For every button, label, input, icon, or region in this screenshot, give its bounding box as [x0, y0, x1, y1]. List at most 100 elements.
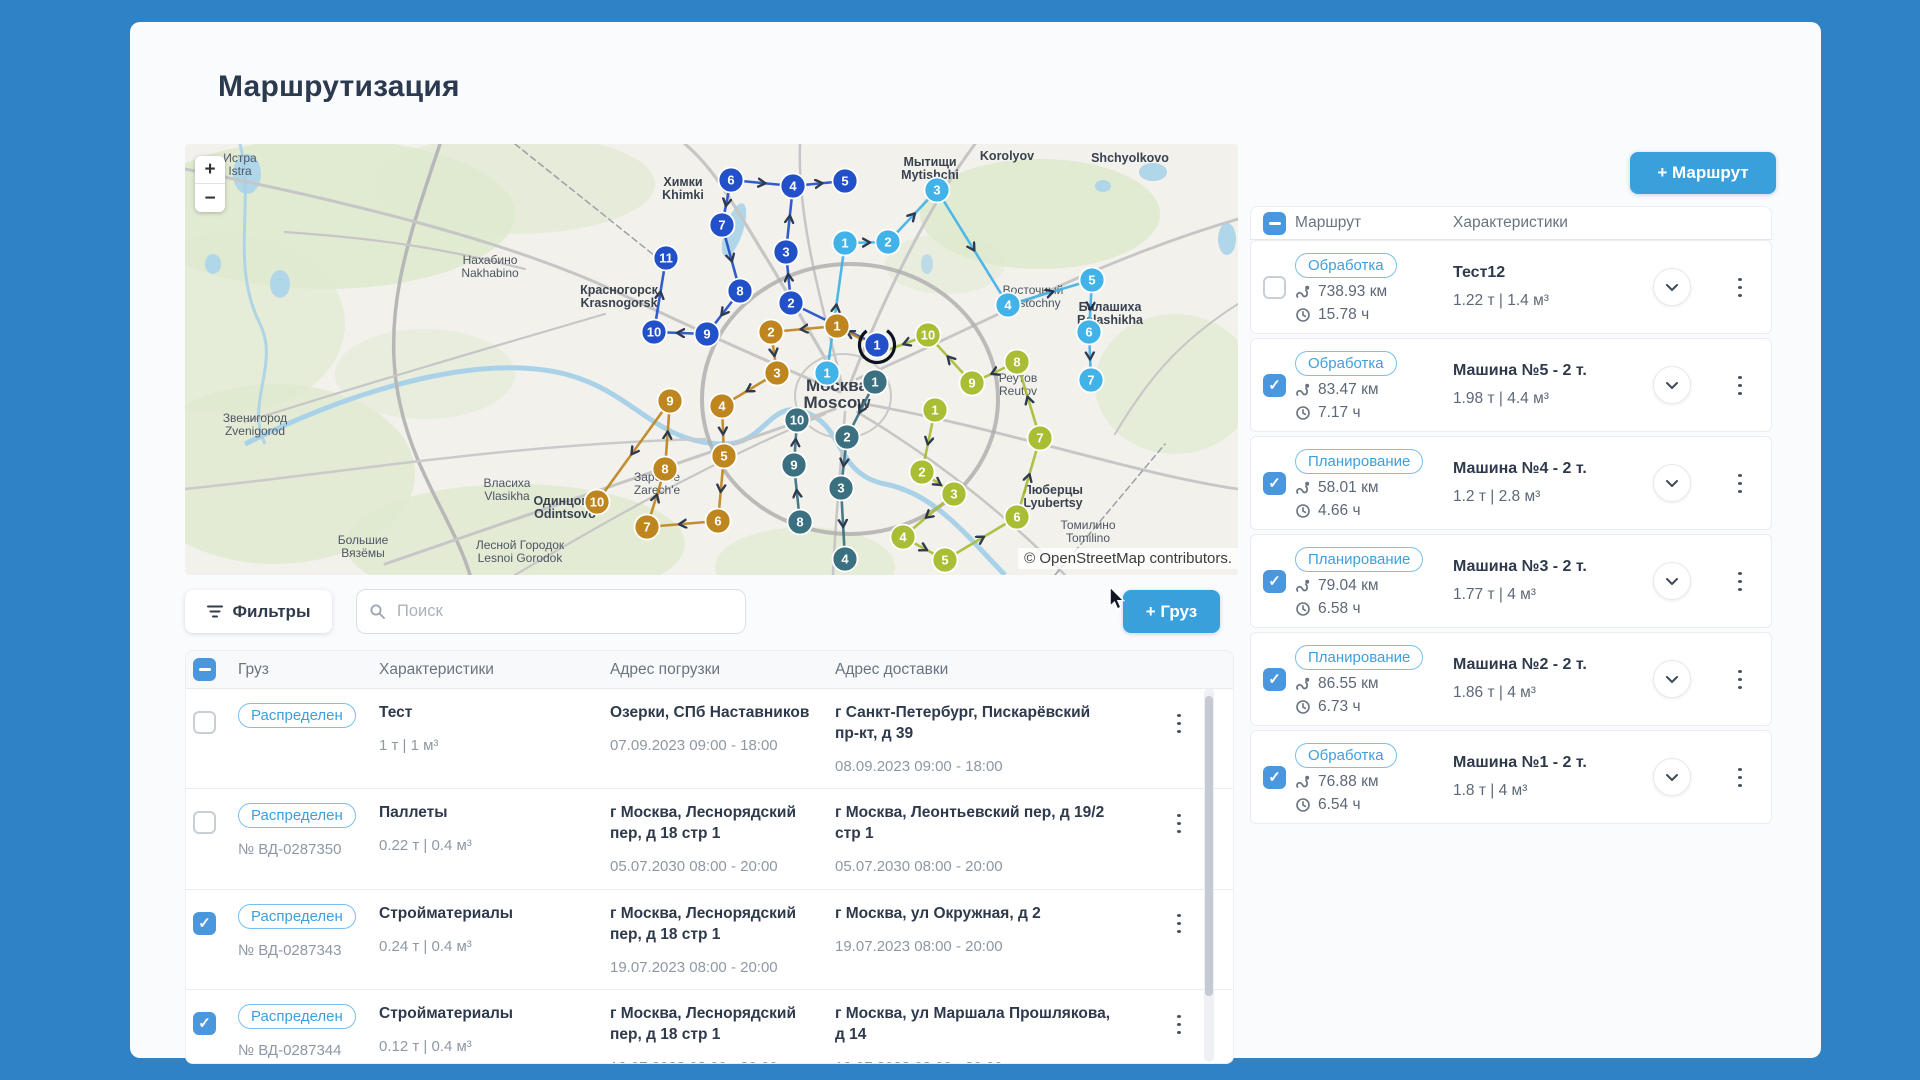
stop-number: 1	[841, 236, 848, 251]
add-cargo-button[interactable]: + Груз	[1123, 590, 1220, 633]
cargo-row-menu-button[interactable]	[1167, 811, 1191, 835]
cargo-row-checkbox[interactable]	[193, 911, 216, 935]
route-distance: 83.47 км	[1318, 380, 1379, 398]
map-place-label: Звенигород Zvenigorod	[223, 411, 287, 438]
page-title: Маршрутизация	[218, 70, 460, 103]
route-row-menu-button[interactable]	[1728, 471, 1752, 495]
route-status-badge: Обработка	[1295, 350, 1397, 376]
map-place-label: Нахабино Nakhabino	[461, 253, 519, 280]
stop-number: 10	[790, 413, 804, 428]
clock-icon	[1296, 797, 1310, 812]
map-place-label: Власиха Vlasikha	[484, 476, 531, 503]
stop-number: 8	[661, 462, 668, 477]
cargo-table-row[interactable]: Распределен № ВД-0287343 Стройматериалы 0.2…	[186, 890, 1233, 991]
route-row-checkbox[interactable]	[1263, 667, 1286, 691]
route-row-checkbox[interactable]	[1263, 471, 1286, 495]
map-attribution-link[interactable]: © OpenStreetMap contributors.	[1018, 548, 1238, 569]
cargo-table-row[interactable]: Распределен Тест 1 т | 1 м³ Озерки, СПб Нас…	[186, 689, 1233, 790]
route-name: Тест12	[1453, 264, 1506, 281]
stop-number: 6	[727, 173, 734, 188]
map-place-label: Korolyov	[980, 149, 1034, 163]
route-expand-button[interactable]	[1653, 562, 1691, 600]
add-route-button[interactable]: + Маршрут	[1630, 152, 1776, 194]
route-status-badge: Планирование	[1295, 644, 1424, 670]
cargo-specs: 0.12 т | 0.4 м³	[379, 1037, 472, 1055]
map-place-label: Мытищи Mytishchi	[901, 155, 959, 182]
col-header-pickup: Адрес погрузки	[610, 660, 721, 678]
stop-number: 7	[643, 520, 650, 535]
cargo-row-menu-button[interactable]	[1167, 912, 1191, 936]
cargo-row-menu-button[interactable]	[1167, 1012, 1191, 1036]
clock-icon	[1296, 601, 1310, 616]
route-distance-icon	[1296, 285, 1310, 298]
route-row[interactable]: Обработка 83.47 км 7.17 ч Машина №5 - 2 т. 1…	[1250, 338, 1772, 432]
col-header-specs: Характеристики	[379, 660, 494, 678]
map-place-label: Химки Khimki	[662, 175, 704, 202]
route-specs: 1.8 т | 4 м³	[1453, 782, 1528, 799]
stop-number: 10	[590, 495, 604, 510]
cargo-name: Паллеты	[379, 804, 448, 822]
delivery-address: г Санкт-Петербург, Пискарёвский пр-кт, д…	[835, 704, 1091, 742]
select-all-cargo-checkbox[interactable]	[193, 658, 216, 681]
stop-number: 9	[968, 376, 975, 391]
clock-icon	[1296, 307, 1310, 322]
table-scrollbar-thumb[interactable]	[1205, 696, 1213, 996]
cargo-row-checkbox[interactable]	[193, 1012, 216, 1036]
stop-number: 9	[666, 394, 673, 409]
route-expand-button[interactable]	[1653, 660, 1691, 698]
route-expand-button[interactable]	[1653, 758, 1691, 796]
route-expand-button[interactable]	[1653, 464, 1691, 502]
route-row-menu-button[interactable]	[1728, 765, 1752, 789]
stop-number: 3	[933, 183, 940, 198]
route-expand-button[interactable]	[1653, 268, 1691, 306]
route-row-menu-button[interactable]	[1728, 275, 1752, 299]
map-image: Истра IstraНахабино NakhabinoКрасногорск Kr…	[185, 144, 1238, 575]
chevron-down-icon	[1666, 381, 1678, 389]
select-all-routes-checkbox[interactable]	[1263, 211, 1286, 235]
route-row-checkbox[interactable]	[1263, 275, 1286, 299]
filters-button[interactable]: Фильтры	[185, 590, 332, 633]
route-row-checkbox[interactable]	[1263, 765, 1286, 789]
chevron-down-icon	[1666, 773, 1678, 781]
route-specs: 1.2 т | 2.8 м³	[1453, 488, 1541, 505]
route-name: Машина №2 - 2 т.	[1453, 656, 1587, 673]
cargo-table-row[interactable]: Распределен № ВД-0287350 Паллеты 0.22 т | 0…	[186, 789, 1233, 890]
route-row-menu-button[interactable]	[1728, 373, 1752, 397]
search-input[interactable]	[395, 601, 733, 622]
app-card: Маршрутизация + − © OpenStreetMap contri…	[130, 22, 1821, 1064]
route-status-badge: Планирование	[1295, 546, 1424, 572]
cargo-table-row[interactable]: Распределен № ВД-0287344 Стройматериалы 0.1…	[186, 990, 1233, 1063]
route-row[interactable]: Обработка 76.88 км 6.54 ч Машина №1 - 2 т. 1…	[1250, 730, 1772, 824]
route-distance-icon	[1296, 677, 1310, 690]
cargo-specs: 1 т | 1 м³	[379, 736, 439, 754]
route-row[interactable]: Планирование 79.04 км 6.58 ч Машина №3 - 2 …	[1250, 534, 1772, 628]
col-header-delivery: Адрес доставки	[835, 660, 949, 678]
map-place-label: Лесной Городок Lesnoi Gorodok	[476, 538, 565, 565]
route-row[interactable]: Планирование 58.01 км 4.66 ч Машина №4 - 2 …	[1250, 436, 1772, 530]
stop-number: 8	[736, 284, 743, 299]
stop-number: 1	[823, 366, 830, 381]
map-zoom-in-button[interactable]: +	[195, 156, 225, 184]
route-expand-button[interactable]	[1653, 366, 1691, 404]
route-row-checkbox[interactable]	[1263, 569, 1286, 593]
cargo-row-checkbox[interactable]	[193, 811, 216, 835]
route-distance: 58.01 км	[1318, 478, 1379, 496]
delivery-address: г Москва, ул Окружная, д 2	[835, 904, 1041, 922]
route-row-menu-button[interactable]	[1728, 667, 1752, 691]
route-row-checkbox[interactable]	[1263, 373, 1286, 397]
chevron-down-icon	[1666, 577, 1678, 585]
stop-number: 2	[787, 296, 794, 311]
pickup-address: г Москва, Леснорядский пер, д 18 стр 1	[610, 804, 796, 843]
map-canvas[interactable]: + − © OpenStreetMap contributors. Истра …	[185, 144, 1238, 575]
routes-panel-body: Обработка 738.93 км 15.78 ч Тест12 1.22 т | …	[1250, 240, 1772, 828]
route-row[interactable]: Обработка 738.93 км 15.78 ч Тест12 1.22 т | …	[1250, 240, 1772, 334]
cargo-row-checkbox[interactable]	[193, 711, 216, 734]
cargo-row-menu-button[interactable]	[1167, 711, 1191, 735]
route-status-badge: Планирование	[1295, 448, 1424, 474]
route-row[interactable]: Планирование 86.55 км 6.73 ч Машина №2 - 2 …	[1250, 632, 1772, 726]
map-zoom-out-button[interactable]: −	[195, 184, 225, 212]
route-row-menu-button[interactable]	[1728, 569, 1752, 593]
stop-number: 9	[703, 327, 710, 342]
delivery-address: г Москва, ул Маршала Прошлякова, д 14	[835, 1005, 1111, 1043]
stop-number: 1	[931, 403, 938, 418]
